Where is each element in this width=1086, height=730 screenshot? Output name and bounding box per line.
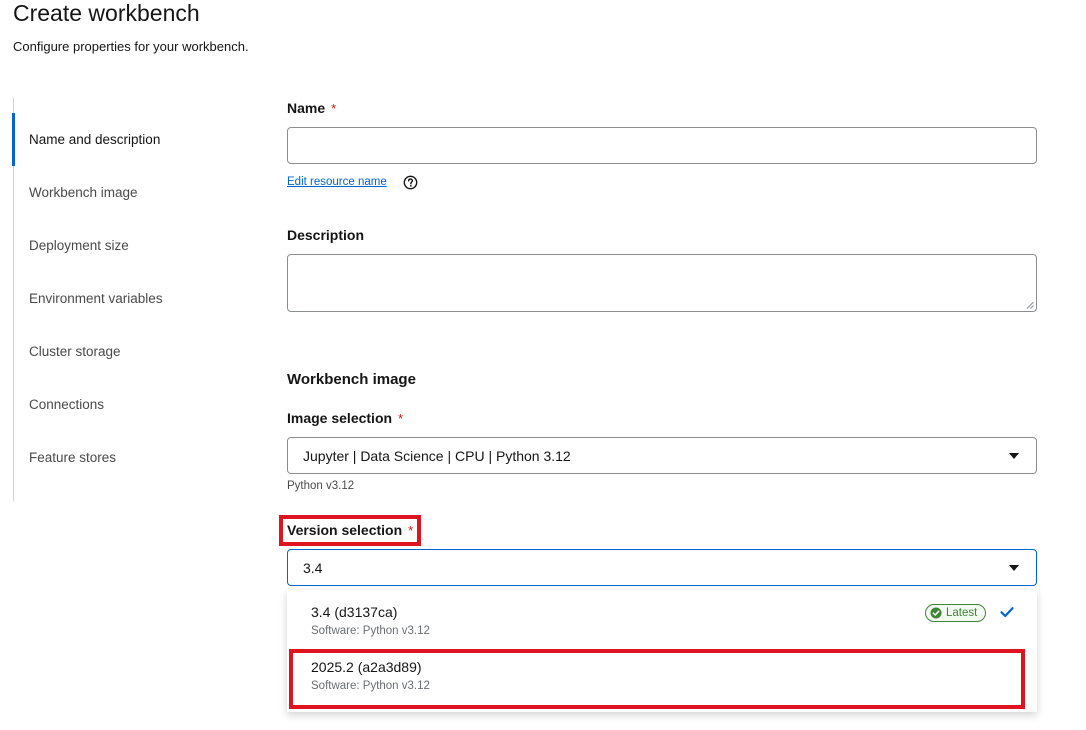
name-input[interactable] [287,127,1037,164]
page-subtitle: Configure properties for your workbench. [13,39,249,54]
check-icon [1000,607,1014,618]
name-label: Name * [287,100,337,116]
resize-grip-icon[interactable] [1026,301,1034,309]
required-mark: * [398,411,404,426]
option-description: Software: Python v3.12 [311,625,430,637]
jump-link-cluster-storage[interactable]: Cluster storage [14,325,214,378]
check-circle-icon [930,607,942,619]
caret-down-icon [1009,565,1019,571]
caret-down-icon [1009,453,1019,459]
description-label: Description [287,227,365,243]
image-selection-label: Image selection * [287,410,404,426]
jump-link-feature-stores[interactable]: Feature stores [14,431,214,484]
version-selection-value: 3.4 [303,559,323,576]
workbench-image-section-title: Workbench image [287,371,416,388]
latest-badge: Latest [925,604,987,622]
help-circle-icon[interactable] [403,175,418,190]
jump-link-name-and-description[interactable]: Name and description [12,113,212,166]
jump-link-connections[interactable]: Connections [14,378,214,431]
version-option-3-4[interactable]: 3.4 (d3137ca) Software: Python v3.12 Lat… [287,590,1037,644]
jump-link-deployment-size[interactable]: Deployment size [14,219,214,272]
image-helper-text: Python v3.12 [287,480,355,492]
version-selection-select[interactable]: 3.4 [287,549,1037,586]
required-mark: * [331,101,337,116]
annotation-highlight-label [279,515,421,546]
jump-link-environment-variables[interactable]: Environment variables [14,272,214,325]
page-title: Create workbench [13,0,200,26]
jump-link-workbench-image[interactable]: Workbench image [14,166,214,219]
image-selection-select[interactable]: Jupyter | Data Science | CPU | Python 3.… [287,437,1037,474]
image-selection-value: Jupyter | Data Science | CPU | Python 3.… [303,447,571,464]
edit-resource-name-link[interactable]: Edit resource name [287,176,387,188]
annotation-highlight-option [289,649,1025,709]
option-title: 3.4 (d3137ca) [311,604,398,620]
jump-links-nav: Name and description Workbench image Dep… [12,98,214,501]
description-textarea[interactable] [287,254,1037,312]
